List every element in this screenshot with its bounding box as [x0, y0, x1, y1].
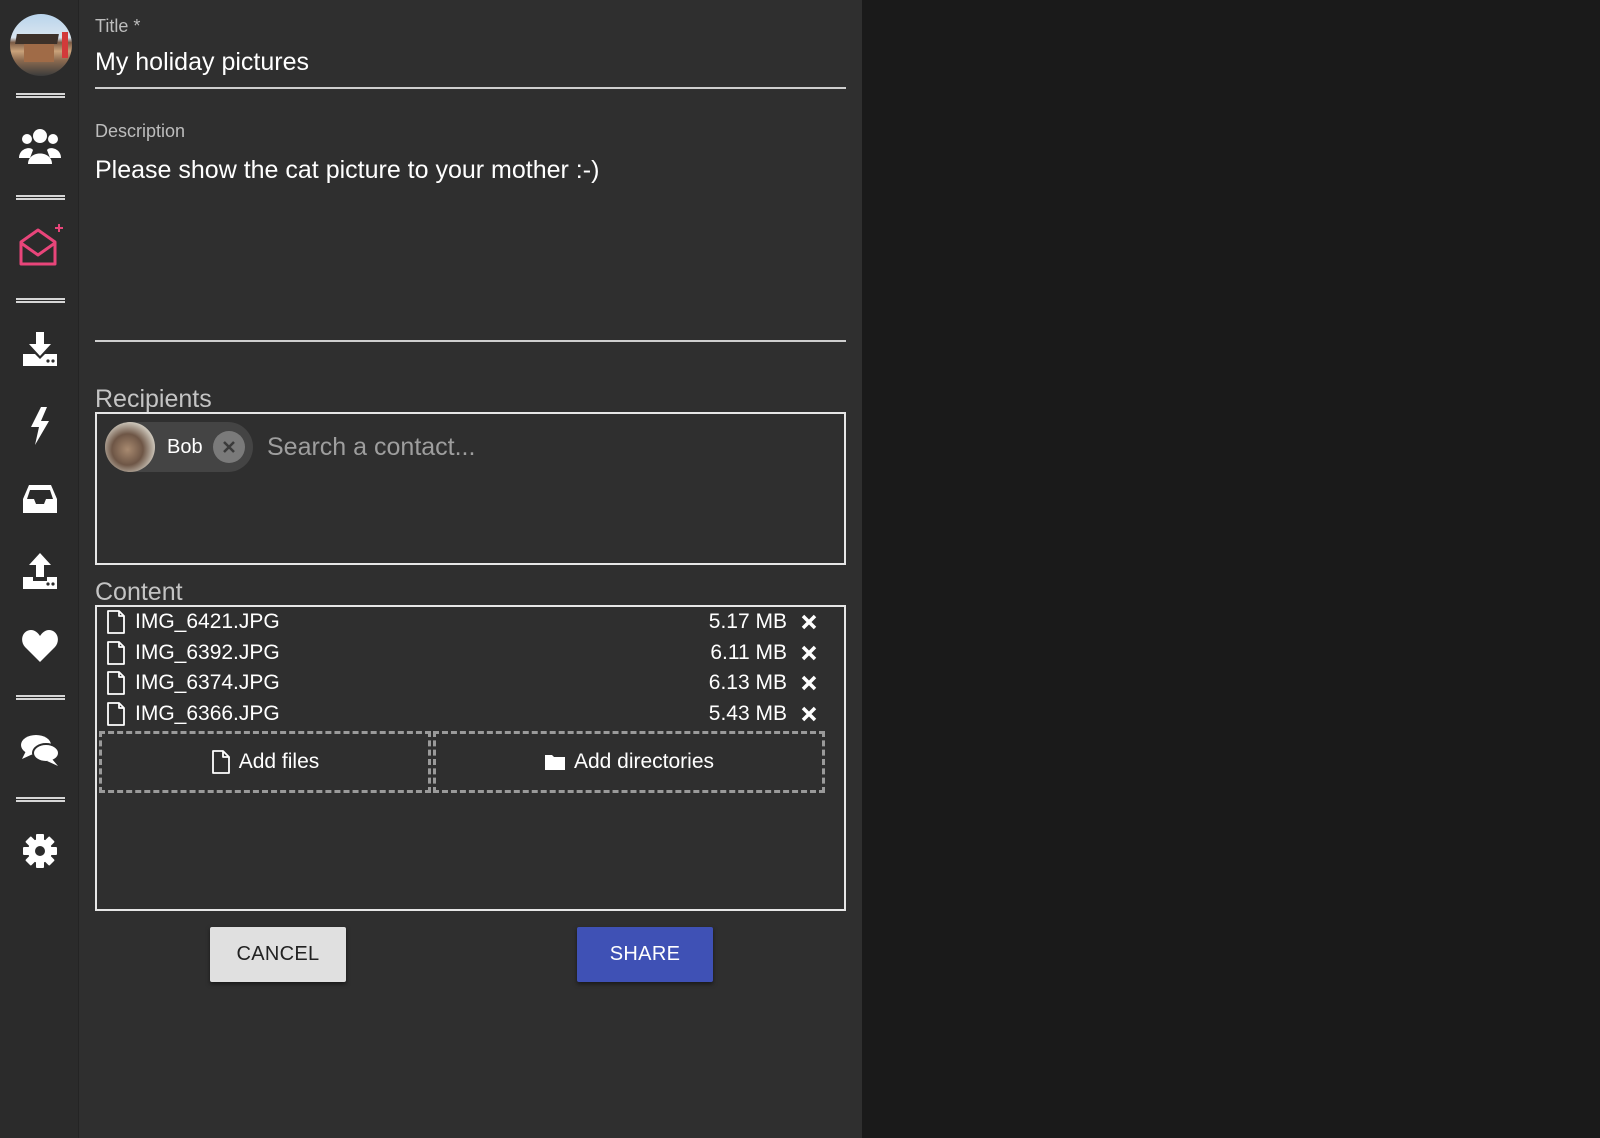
remove-file-icon[interactable] — [797, 671, 821, 695]
recipient-chip[interactable]: Bob — [105, 422, 253, 472]
gear-icon[interactable] — [16, 831, 64, 871]
download-icon[interactable] — [16, 329, 64, 369]
file-icon — [107, 702, 125, 726]
contacts-icon[interactable] — [16, 126, 64, 166]
share-button[interactable]: SHARE — [577, 927, 713, 982]
sidebar-separator — [16, 93, 65, 98]
file-size: 6.11 MB — [710, 641, 787, 664]
new-share-icon[interactable] — [16, 224, 64, 266]
description-label: Description — [95, 121, 186, 141]
sidebar-separator — [16, 797, 65, 802]
file-row: IMG_6366.JPG 5.43 MB — [105, 699, 821, 729]
remove-file-icon[interactable] — [797, 610, 821, 634]
sidebar-separator — [16, 298, 65, 303]
file-icon — [211, 750, 230, 774]
upload-icon[interactable] — [16, 552, 64, 592]
file-name: IMG_6366.JPG — [135, 702, 280, 725]
share-form-panel: Title * My holiday pictures Description … — [79, 0, 862, 1138]
file-icon — [107, 641, 125, 665]
recipient-avatar — [105, 422, 155, 472]
description-field[interactable]: Please show the cat picture to your moth… — [95, 156, 599, 185]
contact-search-input[interactable] — [265, 426, 829, 468]
file-row: IMG_6392.JPG 6.11 MB — [105, 638, 821, 668]
sidebar — [0, 0, 79, 1138]
recipients-label: Recipients — [95, 385, 212, 413]
description-underline — [95, 340, 846, 342]
title-label: Title * — [95, 16, 141, 36]
lightning-icon[interactable] — [16, 406, 64, 446]
title-underline — [95, 87, 846, 89]
file-icon — [107, 610, 125, 634]
file-name: IMG_6374.JPG — [135, 671, 280, 694]
sidebar-separator — [16, 695, 65, 700]
file-row: IMG_6374.JPG 6.13 MB — [105, 668, 821, 698]
recipients-box[interactable]: Bob — [95, 412, 846, 565]
recipient-name: Bob — [167, 435, 203, 458]
title-field[interactable]: My holiday pictures — [95, 48, 309, 77]
inbox-icon[interactable] — [16, 479, 64, 519]
file-icon — [107, 671, 125, 695]
file-size: 5.43 MB — [708, 702, 787, 725]
file-row: IMG_6421.JPG 5.17 MB — [105, 607, 821, 637]
user-avatar[interactable] — [10, 14, 72, 76]
file-size: 5.17 MB — [708, 610, 787, 633]
remove-recipient-icon[interactable] — [212, 431, 245, 463]
add-files-label: Add files — [238, 750, 320, 773]
chat-icon[interactable] — [16, 730, 64, 770]
add-files-dropzone[interactable]: Add files — [99, 731, 431, 793]
heart-icon[interactable] — [16, 626, 64, 666]
add-directories-dropzone[interactable]: Add directories — [433, 731, 825, 793]
sidebar-separator — [16, 195, 65, 200]
file-name: IMG_6392.JPG — [135, 641, 280, 664]
remove-file-icon[interactable] — [797, 702, 821, 726]
file-name: IMG_6421.JPG — [135, 610, 280, 633]
cancel-button[interactable]: CANCEL — [210, 927, 346, 982]
add-directories-label: Add directories — [573, 750, 715, 773]
remove-file-icon[interactable] — [797, 641, 821, 665]
content-box: IMG_6421.JPG 5.17 MB IMG_6392.JPG 6.11 M… — [95, 605, 846, 911]
content-label: Content — [95, 578, 183, 606]
folder-icon — [544, 755, 565, 770]
file-size: 6.13 MB — [708, 671, 787, 694]
